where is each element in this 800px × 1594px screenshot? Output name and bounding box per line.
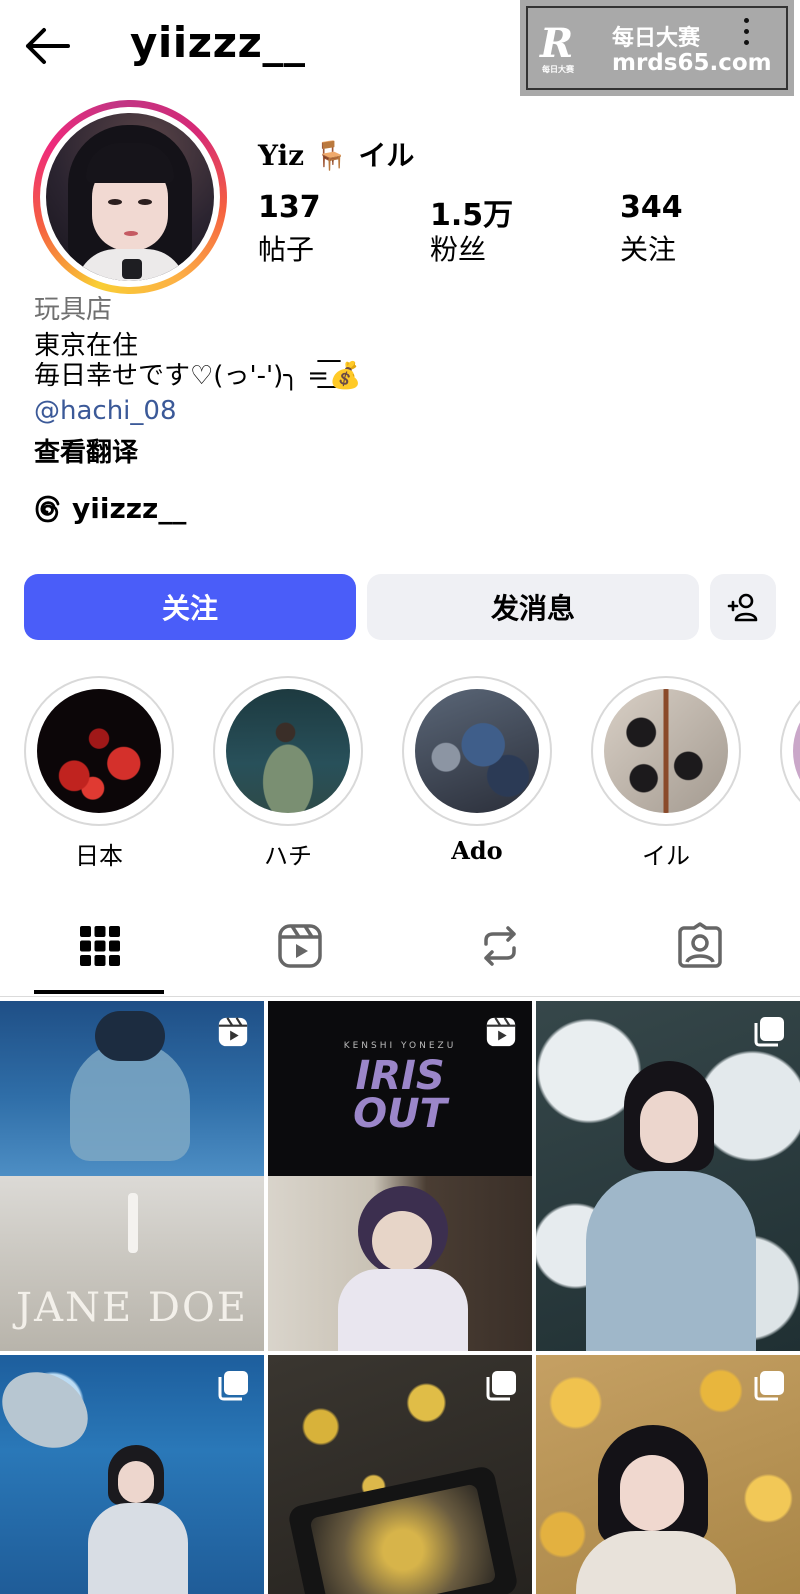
carousel-indicator-icon — [484, 1369, 518, 1403]
post-tile[interactable]: JANE DOE — [0, 1001, 264, 1351]
tab-tagged[interactable] — [676, 922, 724, 970]
follow-button[interactable]: 关注 — [24, 574, 356, 640]
suggest-people-button[interactable] — [710, 574, 776, 640]
highlight-label: イル — [642, 842, 690, 870]
tagged-icon — [678, 922, 722, 968]
highlight-label: 日本 — [75, 842, 123, 870]
avatar-photo — [46, 113, 214, 281]
watermark-logo-caption: 每日大赛 — [542, 65, 574, 74]
highlight-item[interactable] — [402, 676, 552, 826]
highlight-item-partial[interactable] — [780, 676, 800, 826]
post-tile[interactable] — [536, 1355, 800, 1594]
highlight-label: ハチ — [264, 842, 312, 870]
grid-icon — [80, 926, 120, 966]
message-button[interactable]: 发消息 — [367, 574, 699, 640]
post-tile[interactable]: KENSHI YONEZU IRIS OUT — [268, 1001, 532, 1351]
profile-username: yiizzz__ — [130, 18, 306, 67]
highlight-cover — [37, 689, 161, 813]
tab-selected-indicator — [34, 990, 164, 994]
tab-reposts[interactable] — [476, 922, 524, 970]
repost-icon — [484, 926, 516, 966]
highlight-cover — [604, 689, 728, 813]
highlight-item[interactable] — [213, 676, 363, 826]
following-count[interactable]: 344 — [620, 190, 683, 225]
tab-posts-grid[interactable] — [76, 922, 124, 970]
threads-link[interactable]: yiizzz__ — [34, 492, 186, 525]
watermark-url: mrds65.com — [612, 50, 772, 76]
display-name: Yiz 🪑 イル — [258, 139, 415, 172]
profile-avatar[interactable] — [33, 100, 227, 294]
followers-label[interactable]: 粉丝 — [430, 228, 486, 268]
post-tile[interactable] — [268, 1355, 532, 1594]
back-button[interactable] — [24, 24, 72, 68]
threads-handle: yiizzz__ — [72, 492, 187, 525]
highlight-cover — [415, 689, 539, 813]
bio-line: 毎日幸せです♡(っ'-')╮ =͟͟͞͞💰 — [34, 361, 362, 391]
profile-category: 玩具店 — [34, 295, 113, 325]
reel-indicator-icon — [484, 1015, 518, 1049]
bio-line: 東京在住 — [34, 331, 139, 361]
tab-divider — [0, 996, 800, 997]
watermark-banner: R 每日大赛 每日大赛 mrds65.com — [520, 0, 794, 96]
highlight-cover — [226, 689, 350, 813]
highlight-label: Ado — [451, 836, 503, 865]
post-overlay-text: JANE DOE — [16, 1285, 248, 1331]
watermark-title: 每日大赛 — [612, 26, 701, 51]
reels-icon — [278, 924, 322, 968]
carousel-indicator-icon — [752, 1015, 786, 1049]
threads-icon — [35, 495, 60, 522]
highlight-item[interactable] — [24, 676, 174, 826]
post-tile[interactable] — [0, 1355, 264, 1594]
following-label[interactable]: 关注 — [620, 228, 676, 268]
reel-indicator-icon — [216, 1015, 250, 1049]
post-overlay-text: IRIS OUT — [353, 1053, 447, 1137]
posts-label: 帖子 — [258, 233, 315, 266]
arrow-left-icon — [26, 28, 70, 64]
highlight-item[interactable] — [591, 676, 741, 826]
see-translation-link[interactable]: 查看翻译 — [34, 432, 138, 469]
posts-count: 137 — [258, 190, 321, 225]
kebab-icon[interactable] — [744, 18, 750, 51]
watermark-logo: R — [540, 20, 574, 67]
post-tile[interactable] — [536, 1001, 800, 1351]
add-person-icon — [727, 593, 758, 622]
carousel-indicator-icon — [216, 1369, 250, 1403]
tab-reels[interactable] — [276, 922, 324, 970]
bio-mention-link[interactable]: @hachi_08 — [34, 396, 177, 426]
carousel-indicator-icon — [752, 1369, 786, 1403]
